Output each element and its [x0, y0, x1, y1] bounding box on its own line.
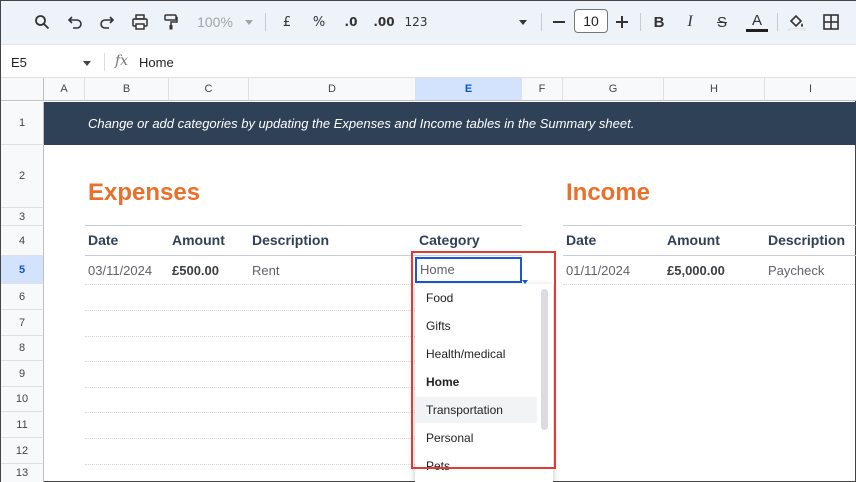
row-header-2[interactable]: 2	[1, 145, 44, 208]
expense-description-cell[interactable]: Rent	[252, 263, 279, 278]
toolbar: 100% £ % .0 .00 123 10 B I S A	[1, 1, 856, 45]
text-color-swatch	[746, 28, 768, 32]
number-format-button[interactable]: 123	[403, 8, 429, 36]
column-header-c[interactable]: C	[169, 78, 249, 101]
expenses-header-category: Category	[419, 232, 480, 248]
redo-icon[interactable]	[96, 8, 118, 36]
increase-font-size-button[interactable]	[613, 8, 631, 36]
row-header-3[interactable]: 3	[1, 208, 44, 226]
print-icon[interactable]	[129, 8, 151, 36]
select-all-corner[interactable]	[1, 78, 44, 101]
row-header-1[interactable]: 1	[1, 102, 44, 145]
increase-decimal-button[interactable]: .00	[370, 8, 398, 36]
category-cell-active[interactable]: Home	[415, 257, 522, 283]
expenses-title: Expenses	[88, 179, 201, 206]
column-header-h[interactable]: H	[664, 78, 765, 101]
row-header-11[interactable]: 11	[1, 412, 44, 438]
decrease-font-size-button[interactable]	[550, 8, 568, 36]
undo-icon[interactable]	[64, 8, 86, 36]
column-header-d[interactable]: D	[249, 78, 416, 101]
row-header-7[interactable]: 7	[1, 310, 44, 336]
italic-button[interactable]: I	[680, 8, 700, 36]
formula-input[interactable]: Home	[139, 55, 174, 70]
category-dropdown[interactable]: Food Gifts Health/medical Home Transport…	[415, 284, 553, 482]
row-header-10[interactable]: 10	[1, 387, 44, 412]
font-size-input[interactable]: 10	[574, 9, 608, 33]
income-header-amount: Amount	[667, 232, 720, 248]
dropdown-item-home[interactable]: Home	[415, 369, 537, 395]
search-icon[interactable]	[31, 8, 53, 36]
text-color-button[interactable]: A	[745, 8, 769, 36]
row-header-5[interactable]: 5	[1, 256, 44, 284]
income-header-date: Date	[566, 232, 597, 248]
font-chevron-down-icon[interactable]	[518, 8, 528, 36]
dropdown-item-pets[interactable]: Pets	[415, 453, 537, 479]
row-header-9[interactable]: 9	[1, 361, 44, 387]
income-header-description: Description	[768, 232, 846, 248]
dropdown-item-gifts[interactable]: Gifts	[415, 313, 537, 339]
expenses-header-date: Date	[88, 232, 119, 248]
column-header-i[interactable]: I	[765, 78, 856, 101]
column-header-a[interactable]: A	[44, 78, 85, 101]
row-header-13[interactable]: 13	[1, 464, 44, 482]
column-header-f[interactable]: F	[522, 78, 563, 101]
bold-button[interactable]: B	[649, 8, 669, 36]
expense-amount-cell[interactable]: £500.00	[172, 263, 219, 278]
fill-color-icon[interactable]	[786, 8, 808, 36]
dropdown-item-personal[interactable]: Personal	[415, 425, 537, 451]
row-header-6[interactable]: 6	[1, 284, 44, 310]
dropdown-item-health-medical[interactable]: Health/medical	[415, 341, 537, 367]
formula-bar: E5 fx Home	[1, 45, 856, 78]
expenses-header-amount: Amount	[172, 232, 225, 248]
zoom-select[interactable]: 100%	[193, 8, 237, 36]
income-date-cell[interactable]: 01/11/2024	[566, 263, 630, 278]
column-header-e[interactable]: E	[416, 78, 522, 101]
column-header-b[interactable]: B	[85, 78, 169, 101]
fx-icon: fx	[115, 53, 129, 69]
row-header-8[interactable]: 8	[1, 336, 44, 361]
name-box[interactable]: E5	[11, 55, 27, 70]
dropdown-item-transportation[interactable]: Transportation	[415, 397, 537, 423]
income-amount-cell[interactable]: £5,000.00	[667, 263, 725, 278]
row-header-12[interactable]: 12	[1, 438, 44, 464]
text-color-label: A	[751, 11, 762, 29]
name-box-chevron-icon[interactable]	[83, 61, 91, 66]
income-title: Income	[566, 179, 651, 206]
decrease-decimal-button[interactable]: .0	[339, 8, 363, 36]
decrease-decimal-label: .0	[344, 15, 358, 29]
percent-format-button[interactable]: %	[309, 8, 329, 36]
paint-format-icon[interactable]	[160, 8, 182, 36]
currency-format-button[interactable]: £	[279, 8, 295, 36]
income-description-cell[interactable]: Paycheck	[768, 263, 824, 278]
expense-date-cell[interactable]: 03/11/2024	[88, 263, 152, 278]
strikethrough-button[interactable]: S	[712, 8, 732, 36]
chevron-down-icon[interactable]	[244, 8, 254, 36]
expenses-header-description: Description	[252, 232, 330, 248]
dropdown-scrollbar[interactable]	[541, 289, 548, 430]
row-header-4[interactable]: 4	[1, 226, 44, 256]
borders-icon[interactable]	[821, 8, 841, 36]
instructions-banner: Change or add categories by updating the…	[44, 102, 856, 145]
dropdown-item-food[interactable]: Food	[415, 285, 537, 311]
column-header-g[interactable]: G	[563, 78, 664, 101]
increase-decimal-label: .00	[373, 15, 395, 29]
